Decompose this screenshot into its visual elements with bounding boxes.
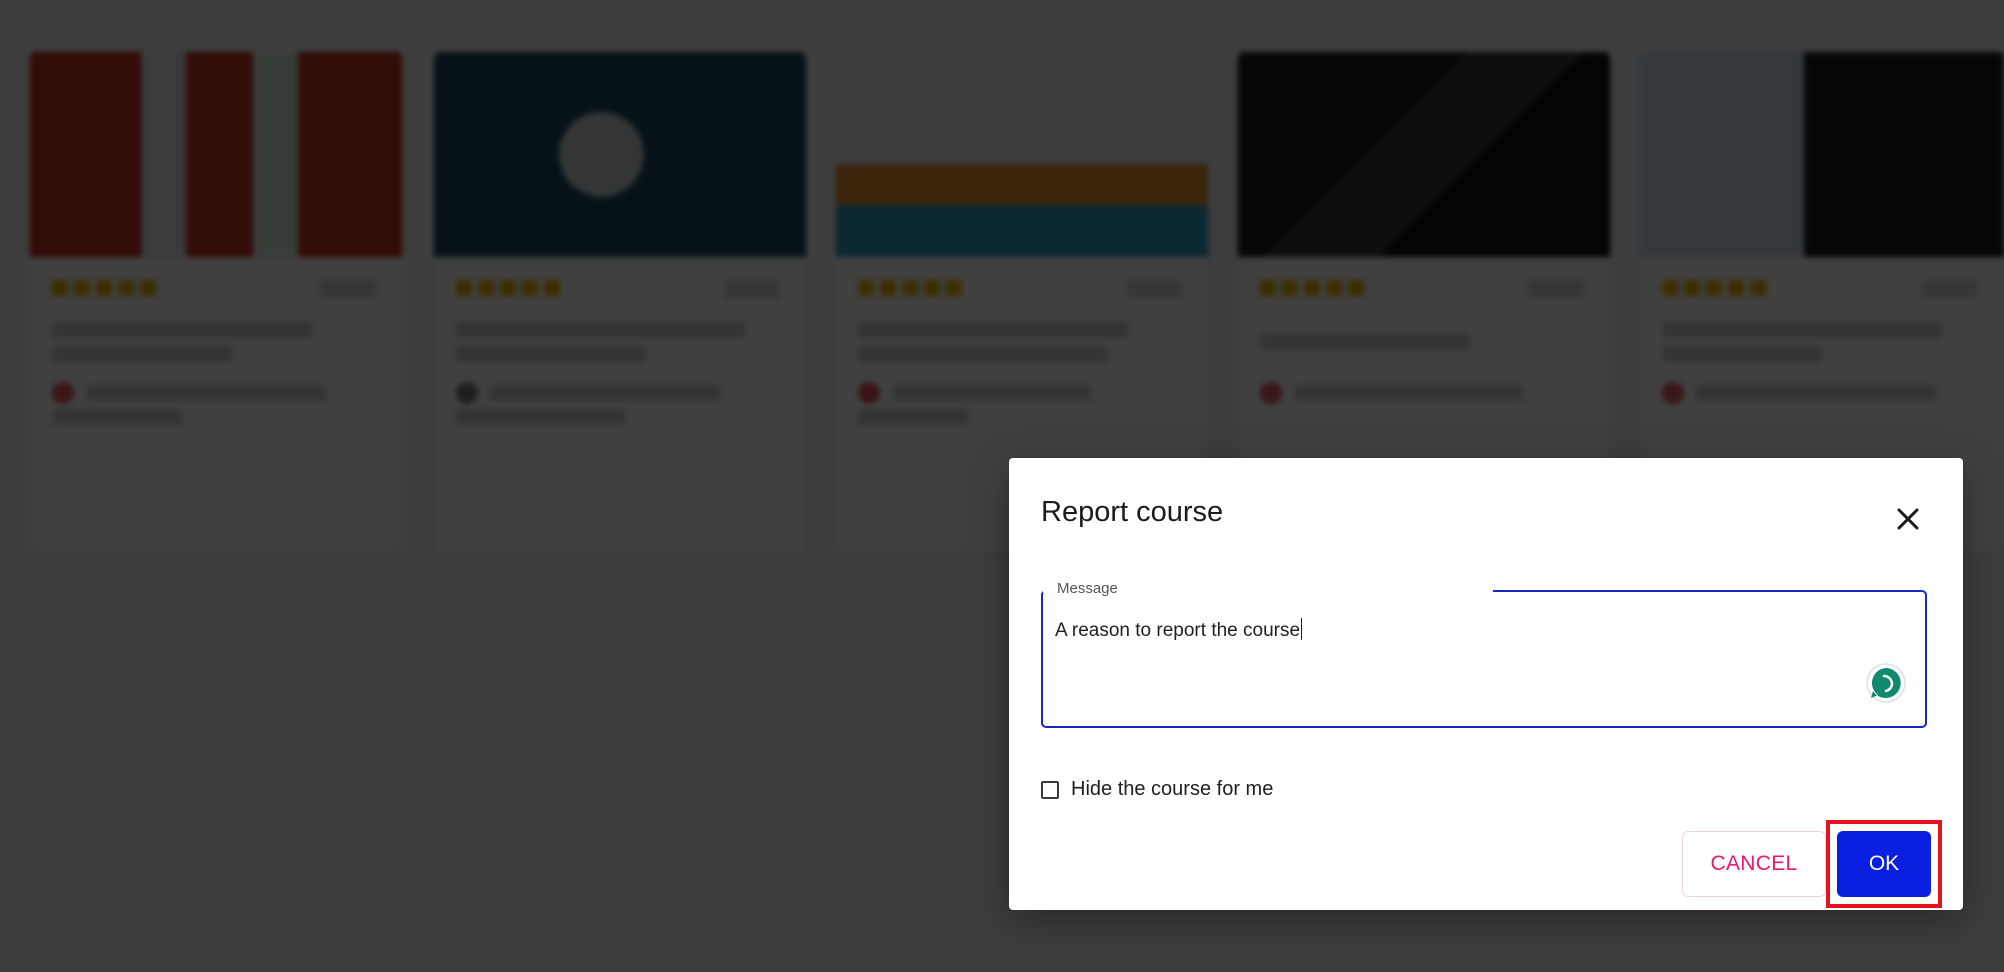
cancel-button[interactable]: CANCEL bbox=[1682, 831, 1826, 897]
message-input[interactable]: A reason to report the course bbox=[1055, 618, 1835, 642]
message-field[interactable]: Message A reason to report the course bbox=[1041, 580, 1927, 728]
hide-course-checkbox[interactable] bbox=[1041, 780, 1059, 799]
text-caret bbox=[1301, 618, 1303, 640]
ok-button[interactable]: OK bbox=[1837, 831, 1931, 897]
dialog-title: Report course bbox=[1041, 496, 1224, 528]
message-label: Message bbox=[1055, 580, 1120, 597]
speech-bubble-icon[interactable] bbox=[1865, 662, 1907, 704]
close-icon bbox=[1897, 508, 1919, 530]
hide-course-label: Hide the course for me bbox=[1071, 778, 1274, 800]
hide-course-option[interactable]: Hide the course for me bbox=[1041, 778, 1273, 801]
report-course-dialog: Report course Message A reason to report… bbox=[1009, 458, 1963, 910]
close-button[interactable] bbox=[1891, 502, 1925, 536]
message-value: A reason to report the course bbox=[1055, 620, 1301, 641]
